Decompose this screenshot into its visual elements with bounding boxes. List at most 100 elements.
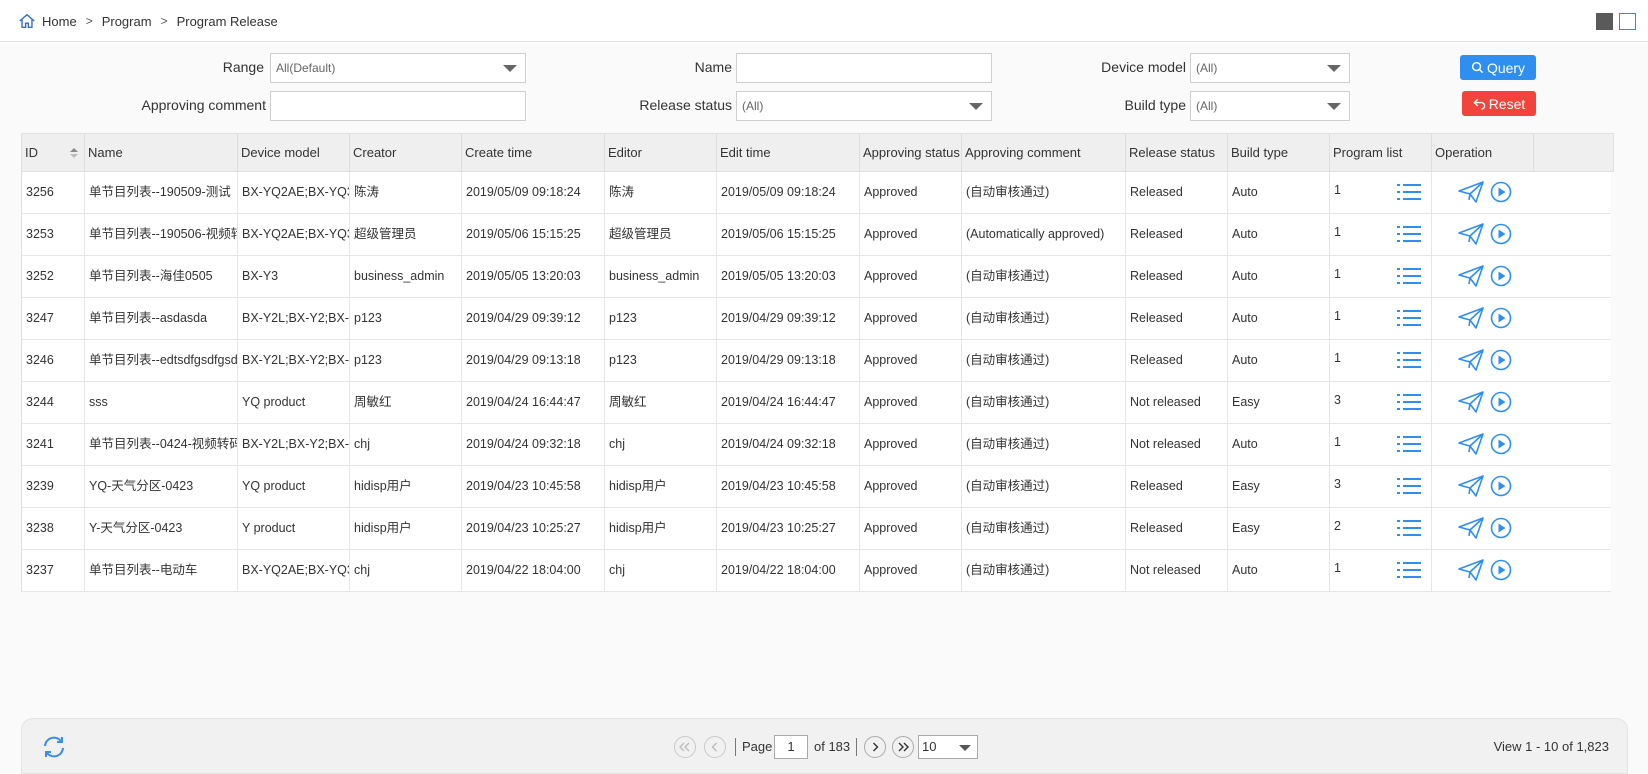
table-cell: 2019/04/23 10:45:58 (462, 466, 605, 507)
table-row[interactable]: 3237单节目列表--电动车BX-YQ2AE;BX-YQ3Achj2019/04… (22, 550, 1611, 592)
program-list-icon[interactable] (1396, 559, 1422, 581)
program-list-icon[interactable] (1396, 223, 1422, 245)
breadcrumb-home[interactable]: Home (42, 14, 77, 29)
table-row[interactable]: 3247单节目列表--asdasdaBX-Y2L;BX-Y2;BX-Y3p123… (22, 298, 1611, 340)
prev-page-button[interactable] (704, 736, 726, 758)
program-list-icon[interactable] (1396, 181, 1422, 203)
table-row[interactable]: 3252 单节目列表--海佳0505 BX-Y3 business_admin 2019… (22, 256, 1611, 298)
column-header[interactable]: ID (22, 134, 85, 171)
send-icon[interactable] (1458, 517, 1484, 539)
reset-button[interactable]: Reset (1462, 91, 1536, 116)
play-icon[interactable] (1490, 475, 1512, 497)
approving-comment-input[interactable] (270, 91, 526, 121)
column-header[interactable]: Creator (350, 134, 462, 171)
send-icon[interactable] (1458, 307, 1484, 329)
table-cell: hidisp用户 (605, 466, 717, 507)
column-header[interactable]: Name (85, 134, 238, 171)
refresh-icon[interactable] (40, 733, 68, 761)
program-list-icon[interactable] (1396, 391, 1422, 413)
play-icon[interactable] (1490, 517, 1512, 539)
page-number-input[interactable]: 1 (774, 735, 808, 759)
table-cell: 2019/05/06 15:15:25 (717, 214, 860, 255)
reset-button-label: Reset (1488, 95, 1526, 112)
table-row[interactable]: 3244 sss YQ product 周敏红 2019/04/24 16:44:47 周… (22, 382, 1611, 424)
next-page-button[interactable] (864, 736, 886, 758)
send-icon[interactable] (1458, 391, 1484, 413)
table-cell: 周敏红 (350, 382, 462, 423)
send-icon[interactable] (1458, 349, 1484, 371)
column-header[interactable]: Device model (238, 134, 350, 171)
send-icon[interactable] (1458, 265, 1484, 287)
table-cell: chj (350, 550, 462, 591)
play-icon[interactable] (1490, 391, 1512, 413)
table-cell: 3253 (22, 214, 85, 255)
name-input[interactable] (736, 53, 992, 83)
play-icon[interactable] (1490, 265, 1512, 287)
play-icon[interactable] (1490, 307, 1512, 329)
table-row[interactable]: 3238 Y-天气分区-0423 Y product hidisp用户 2019/04/… (22, 508, 1611, 550)
column-header[interactable]: Operation (1432, 134, 1534, 171)
program-list-icon[interactable] (1396, 349, 1422, 371)
table-cell: Approved (860, 214, 962, 255)
table-cell: 超级管理员 (350, 214, 462, 255)
table-row[interactable]: 3246 单节目列表--edtsdfgsdfgsd BX-Y2L;BX-Y2;BX-… (22, 340, 1611, 382)
play-icon[interactable] (1490, 433, 1512, 455)
name-label: Name (694, 59, 732, 75)
table-cell: (自动审核通过) (962, 466, 1126, 507)
program-list-icon[interactable] (1396, 265, 1422, 287)
program-list-icon[interactable] (1396, 433, 1422, 455)
send-icon[interactable] (1458, 475, 1484, 497)
chevron-left-icon (711, 742, 717, 752)
send-icon[interactable] (1458, 559, 1484, 581)
table-cell: 2019/05/05 13:20:03 (717, 256, 860, 297)
program-list-icon[interactable] (1396, 517, 1422, 539)
build-type-select[interactable]: (All) (1190, 91, 1350, 121)
table-cell: Approved (860, 298, 962, 339)
device-model-select[interactable]: (All) (1190, 53, 1350, 83)
release-status-select[interactable]: (All) (736, 91, 992, 121)
table-cell: Approved (860, 256, 962, 297)
column-header[interactable]: Approving comment (962, 134, 1126, 171)
program-list-icon[interactable] (1396, 475, 1422, 497)
column-header[interactable]: Create time (462, 134, 605, 171)
home-icon[interactable] (18, 12, 36, 30)
sort-icon[interactable] (70, 148, 78, 158)
device-model-label: Device model (1101, 59, 1186, 75)
table-row[interactable]: 3253单节目列表--190506-视频转BX-YQ2AE;BX-YQ3A超级管… (22, 214, 1611, 256)
table-cell: BX-Y3 (238, 256, 350, 297)
range-select[interactable]: All(Default) (270, 53, 526, 83)
table-cell: p123 (605, 298, 717, 339)
table-cell: Auto (1228, 550, 1330, 591)
dark-theme-toggle[interactable] (1596, 13, 1613, 30)
column-header[interactable]: Release status (1126, 134, 1228, 171)
table-cell: 3256 (22, 172, 85, 213)
play-icon[interactable] (1490, 223, 1512, 245)
send-icon[interactable] (1458, 223, 1484, 245)
column-header[interactable]: Approving status (860, 134, 962, 171)
query-button[interactable]: Query (1460, 55, 1536, 80)
light-theme-toggle[interactable] (1619, 13, 1636, 30)
caret-down-icon (969, 103, 983, 110)
table-cell: chj (605, 550, 717, 591)
send-icon[interactable] (1458, 433, 1484, 455)
play-icon[interactable] (1490, 181, 1512, 203)
page-size-select[interactable]: 10 (918, 735, 978, 759)
column-header[interactable]: Program list (1330, 134, 1432, 171)
column-header[interactable]: Edit time (717, 134, 860, 171)
breadcrumb-program[interactable]: Program (102, 14, 152, 29)
table-cell: Auto (1228, 340, 1330, 381)
program-list-icon[interactable] (1396, 307, 1422, 329)
last-page-button[interactable] (892, 736, 914, 758)
first-page-button[interactable] (674, 736, 696, 758)
table-row[interactable]: 3241单节目列表--0424-视频转码BX-Y2L;BX-Y2;BX-Y3ch… (22, 424, 1611, 466)
table-cell: BX-YQ2AE;BX-YQ3A (238, 550, 350, 591)
table-row[interactable]: 3256单节目列表--190509-测试BX-YQ2AE;BX-YQ3A陈涛20… (22, 172, 1611, 214)
table-cell: Approved (860, 466, 962, 507)
table-row[interactable]: 3239 YQ-天气分区-0423 YQ product hidisp用户 2019/0… (22, 466, 1611, 508)
column-header[interactable]: Editor (605, 134, 717, 171)
send-icon[interactable] (1458, 181, 1484, 203)
pager-divider (856, 738, 857, 756)
column-header[interactable]: Build type (1228, 134, 1330, 171)
play-icon[interactable] (1490, 559, 1512, 581)
play-icon[interactable] (1490, 349, 1512, 371)
